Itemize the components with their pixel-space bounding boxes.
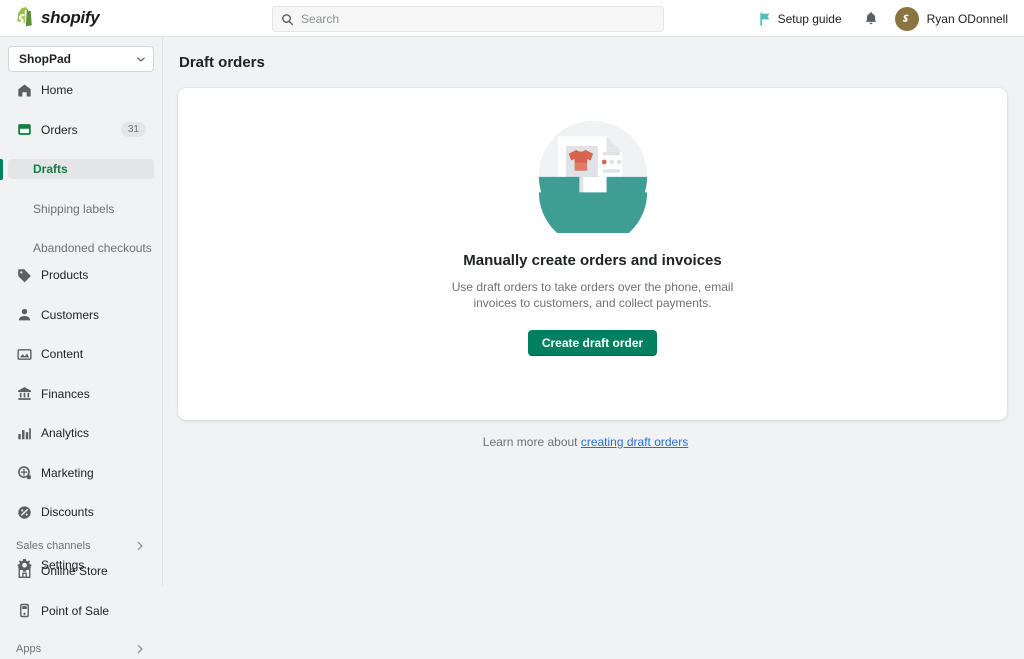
store-switcher[interactable]: ShopPad (8, 46, 154, 72)
brand-logo[interactable]: shopify (0, 7, 163, 29)
search-box[interactable] (272, 6, 664, 32)
chevron-right-icon (137, 644, 143, 653)
products-tag-icon (16, 267, 32, 283)
draft-order-document-illustration (538, 120, 647, 233)
pos-icon (16, 603, 32, 619)
empty-state-body: Use draft orders to take orders over the… (451, 280, 734, 310)
sidebar-item-label: Analytics (41, 426, 90, 440)
primary-navigation: Home Orders 31 Drafts Shipping labels Ab… (0, 80, 162, 522)
creating-draft-orders-link[interactable]: creating draft orders (581, 435, 688, 449)
store-name: ShopPad (19, 52, 72, 66)
flag-icon (759, 12, 769, 26)
orders-icon (16, 122, 32, 138)
top-bar-actions: Setup guide Ryan ODonnell (751, 0, 1014, 37)
chevron-down-icon (137, 56, 145, 62)
search-icon (282, 13, 294, 25)
sidebar-item-label: Point of Sale (41, 603, 110, 618)
empty-state-title: Manually create orders and invoices (463, 252, 722, 269)
sidebar-subitem-label: Drafts (33, 162, 68, 176)
shopify-bag-icon (17, 7, 32, 27)
sidebar-item-settings[interactable]: Settings (8, 554, 154, 576)
sidebar-item-label: Products (41, 268, 89, 282)
brand-name: shopify (41, 8, 100, 27)
sidebar-item-orders[interactable]: Orders 31 (8, 120, 154, 140)
home-icon (16, 82, 32, 98)
sidebar-item-drafts[interactable]: Drafts (0, 158, 154, 180)
notifications-button[interactable] (856, 6, 886, 32)
sidebar-item-label: Finances (41, 386, 90, 401)
sidebar-item-products[interactable]: Products (8, 265, 154, 285)
sidebar-item-label: Discounts (41, 505, 94, 519)
search-input[interactable] (301, 9, 631, 29)
sales-channels-title: Sales channels (16, 540, 91, 552)
sidebar-item-abandoned-checkouts[interactable]: Abandoned checkouts (8, 238, 154, 258)
learn-more-prefix: Learn more about (482, 435, 581, 449)
sidebar-item-label: Customers (41, 307, 100, 322)
gear-icon (16, 557, 32, 573)
sales-channels-section-header[interactable]: Sales channels (16, 536, 146, 556)
discounts-icon (16, 504, 32, 520)
user-name: Ryan ODonnell (926, 11, 1008, 26)
sidebar-item-label: Marketing (41, 465, 94, 480)
sidebar-subitem-label: Shipping labels (33, 201, 115, 216)
page-title: Draft orders (179, 54, 265, 71)
setup-guide-button[interactable]: Setup guide (751, 8, 850, 30)
empty-state-card: Manually create orders and invoices Use … (178, 88, 1007, 420)
sidebar-item-point-of-sale[interactable]: Point of Sale (8, 601, 154, 621)
sidebar-item-discounts[interactable]: Discounts (8, 502, 154, 522)
create-draft-order-button[interactable]: Create draft order (527, 330, 658, 356)
settings-label: Settings (41, 558, 85, 572)
sidebar-item-home[interactable]: Home (8, 80, 154, 100)
main-content: Draft orders Manually create orders and … (164, 37, 1024, 586)
sidebar-item-analytics[interactable]: Analytics (8, 423, 154, 443)
content-icon (16, 346, 32, 362)
orders-count-badge: 31 (120, 122, 146, 137)
avatar (894, 6, 919, 31)
apps-section-header[interactable]: Apps (16, 639, 146, 659)
sidebar: ShopPad Home Orders 31 Drafts Shipping l… (0, 37, 163, 655)
customers-icon (16, 307, 32, 323)
sidebar-item-customers[interactable]: Customers (8, 305, 154, 325)
analytics-bars-icon (16, 425, 32, 441)
sidebar-item-content[interactable]: Content (8, 344, 154, 364)
user-menu-button[interactable]: Ryan ODonnell (892, 4, 1014, 34)
sidebar-item-label: Home (41, 83, 74, 97)
search-bar[interactable] (272, 6, 664, 32)
avatar-s-icon (902, 14, 909, 22)
sidebar-item-marketing[interactable]: Marketing (8, 463, 154, 483)
marketing-megaphone-icon (16, 465, 32, 481)
chevron-right-icon (137, 541, 143, 551)
sidebar-item-shipping-labels[interactable]: Shipping labels (8, 199, 154, 219)
bell-icon (865, 12, 876, 25)
setup-guide-label: Setup guide (777, 11, 842, 26)
apps-title: Apps (16, 642, 42, 655)
sidebar-item-finances[interactable]: Finances (8, 384, 154, 404)
sidebar-item-label: Orders (41, 122, 78, 137)
finances-bank-icon (16, 386, 32, 402)
sidebar-subitem-label: Abandoned checkouts (33, 241, 152, 255)
top-bar: shopify Setup guide (0, 0, 1024, 37)
learn-more-footer: Learn more about creating draft orders (164, 435, 1007, 449)
sidebar-item-label: Content (41, 347, 84, 361)
